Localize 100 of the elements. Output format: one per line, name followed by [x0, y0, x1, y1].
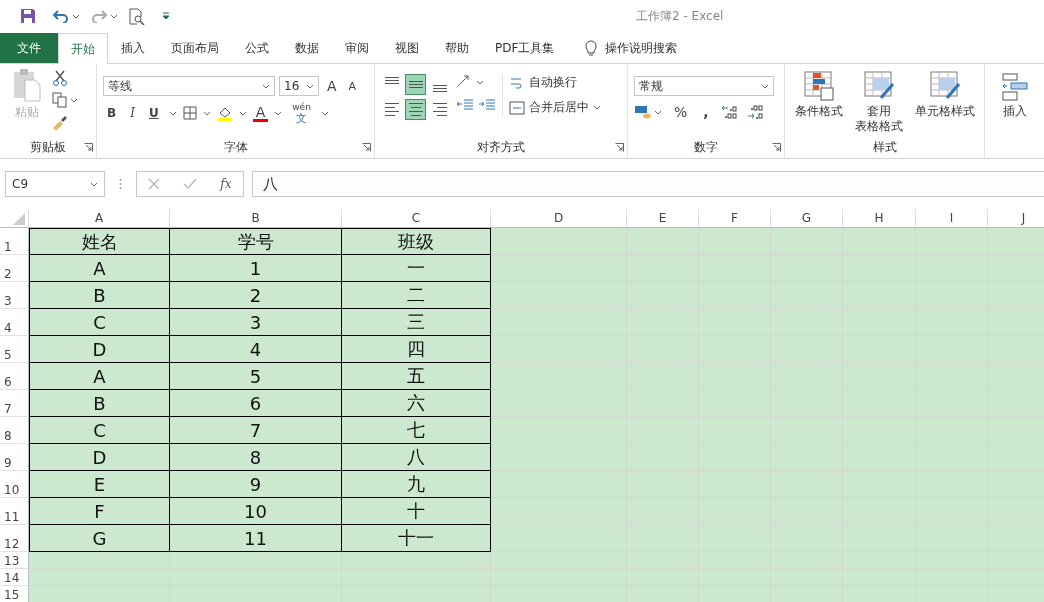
align-lines-icon [408, 81, 423, 88]
ribbon-tab[interactable]: 开始 [58, 33, 108, 64]
font-name-dropdown[interactable]: 等线 [103, 76, 275, 96]
increase-decimal-icon[interactable] [720, 104, 739, 120]
column-header[interactable]: E [627, 209, 699, 227]
caret-icon[interactable] [70, 97, 78, 103]
column-header[interactable]: H [843, 209, 916, 227]
row-header[interactable]: 11 [0, 498, 29, 525]
dialog-launcher-icon[interactable] [362, 143, 371, 152]
dialog-launcher-icon[interactable] [84, 143, 93, 152]
row-header[interactable]: 2 [0, 255, 29, 282]
align-middle-button[interactable] [405, 74, 426, 95]
row-header[interactable]: 14 [0, 569, 29, 586]
bold-button[interactable]: B [103, 106, 121, 120]
italic-button[interactable]: I [126, 106, 139, 120]
column-header[interactable]: C [342, 209, 491, 227]
decrease-font-size-button[interactable]: A [344, 79, 361, 93]
caret-icon[interactable] [72, 13, 80, 19]
align-center-button[interactable] [405, 99, 426, 120]
decrease-decimal-icon[interactable] [746, 104, 765, 120]
number-format-dropdown[interactable]: 常规 [634, 76, 774, 96]
currency-icon[interactable] [634, 104, 652, 120]
checkmark-icon[interactable] [183, 178, 198, 190]
font-color-button[interactable]: A [252, 104, 269, 122]
caret-icon[interactable] [202, 110, 211, 116]
table-cell: 七 [342, 417, 491, 444]
row-header[interactable]: 3 [0, 282, 29, 309]
copy-icon[interactable] [52, 92, 68, 108]
row-header[interactable]: 13 [0, 552, 29, 569]
phonetic-button[interactable]: wén 文 [288, 102, 315, 124]
column-header[interactable]: G [771, 209, 843, 227]
insert-function-button[interactable]: fx [220, 177, 232, 191]
caret-icon[interactable] [110, 13, 118, 19]
window-title: 工作簿2 - Excel [636, 8, 724, 25]
file-menu-tab[interactable]: 文件 [0, 33, 58, 63]
column-header[interactable]: B [170, 209, 342, 227]
ribbon-tab[interactable]: 页面布局 [158, 33, 232, 63]
row-header[interactable]: 12 [0, 525, 29, 552]
ribbon-tab[interactable]: 公式 [232, 33, 282, 63]
ribbon-tab[interactable]: 帮助 [432, 33, 482, 63]
borders-icon[interactable] [182, 106, 197, 120]
column-header[interactable]: F [699, 209, 771, 227]
increase-font-size-button[interactable]: A [323, 78, 341, 94]
dialog-launcher-icon[interactable] [772, 143, 781, 152]
dialog-launcher-icon[interactable] [615, 143, 624, 152]
styles-button[interactable]: 单元格样式 [914, 70, 975, 119]
caret-icon[interactable] [476, 79, 484, 85]
row-header[interactable]: 7 [0, 390, 29, 417]
caret-icon[interactable] [761, 83, 769, 89]
column-header[interactable]: D [491, 209, 627, 227]
formula-field[interactable]: 八 [252, 171, 1044, 197]
table-cell: C [29, 417, 170, 444]
more-options-icon[interactable] [119, 178, 122, 190]
caret-icon[interactable] [306, 83, 314, 89]
insert-cells-button[interactable]: 插入 [991, 68, 1038, 119]
caret-icon[interactable] [238, 110, 247, 116]
lightbulb-icon[interactable] [585, 39, 598, 57]
scissors-icon[interactable] [52, 70, 68, 86]
percent-button[interactable]: % [670, 104, 692, 120]
caret-icon[interactable] [90, 181, 98, 187]
caret-icon[interactable] [654, 109, 662, 115]
row-header[interactable]: 9 [0, 444, 29, 471]
customize-toolbar-icon[interactable] [162, 12, 170, 20]
ribbon-tab[interactable]: 插入 [108, 33, 158, 63]
ribbon-tab[interactable]: PDF工具集 [482, 33, 568, 63]
styles-button[interactable]: 套用 表格格式 [854, 70, 903, 134]
row-header[interactable]: 15 [0, 586, 29, 602]
wrap-text-button[interactable]: 自动换行 [509, 74, 601, 91]
group-label: 数字 [693, 139, 719, 156]
ribbon-tab[interactable]: 审阅 [332, 33, 382, 63]
column-header[interactable]: J [988, 209, 1044, 227]
underline-button[interactable]: U [144, 106, 163, 120]
comma-style-button[interactable]: , [699, 104, 713, 120]
ribbon-tab[interactable]: 数据 [282, 33, 332, 63]
row-header[interactable]: 8 [0, 417, 29, 444]
font-size-dropdown[interactable]: 16 [279, 76, 319, 96]
caret-icon[interactable] [320, 110, 329, 116]
undo-icon[interactable] [53, 9, 69, 23]
ribbon-tab[interactable]: 视图 [382, 33, 432, 63]
column-header[interactable]: I [916, 209, 988, 227]
column-header[interactable]: A [29, 209, 170, 227]
table-cell: G [29, 525, 170, 552]
row-header[interactable]: 4 [0, 309, 29, 336]
paintbrush-icon[interactable] [52, 114, 68, 130]
styles-button[interactable]: 条件格式 [794, 70, 843, 119]
caret-icon[interactable] [593, 105, 601, 110]
fill-color-icon[interactable] [216, 105, 233, 121]
merge-center-button[interactable]: 合并后居中 [509, 99, 601, 116]
row-header[interactable]: 10 [0, 471, 29, 498]
print-preview-icon[interactable] [129, 7, 145, 25]
align-lines-icon [384, 77, 399, 84]
caret-icon[interactable] [262, 83, 270, 89]
row-header[interactable]: 6 [0, 363, 29, 390]
caret-icon[interactable] [168, 110, 177, 116]
row-header[interactable]: 1 [0, 228, 29, 255]
save-icon[interactable] [20, 8, 36, 24]
tell-me-search[interactable]: 操作说明搜索 [605, 39, 678, 57]
row-header[interactable]: 5 [0, 336, 29, 363]
caret-icon[interactable] [274, 110, 283, 116]
name-box[interactable]: C9 [5, 171, 105, 197]
